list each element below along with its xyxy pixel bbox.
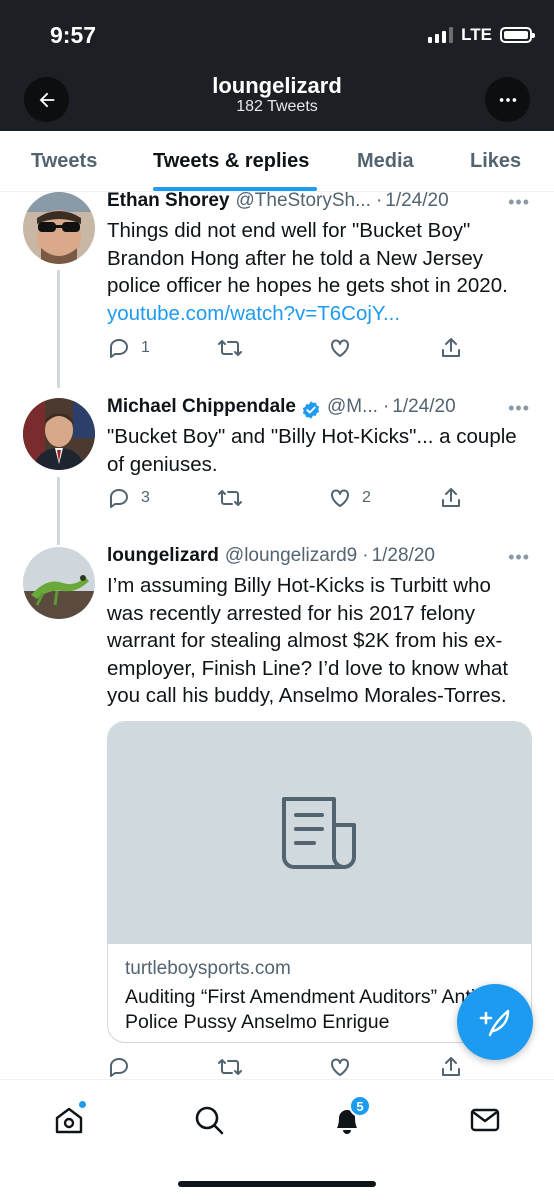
- tweet-header: Michael Chippendale @M... · 1/24/20: [107, 396, 530, 424]
- reply-count: 1: [141, 339, 150, 356]
- battery-icon: [500, 27, 535, 43]
- signal-icon: [428, 27, 454, 43]
- like-button[interactable]: [328, 1055, 352, 1079]
- like-icon: [331, 1058, 349, 1076]
- avatar[interactable]: [23, 192, 95, 264]
- tweet-text: I’m assuming Billy Hot-Kicks is Turbitt …: [107, 574, 509, 707]
- tab-tweets[interactable]: Tweets: [31, 150, 97, 173]
- retweet-button[interactable]: [217, 336, 243, 360]
- reply-icon: [110, 1058, 128, 1077]
- compose-tweet-button[interactable]: [457, 984, 533, 1060]
- tweet-date: 1/28/20: [371, 545, 435, 566]
- tweet-header: loungelizard @loungelizard9 · 1/28/20: [107, 545, 530, 573]
- reply-button[interactable]: [107, 1055, 131, 1079]
- reply-button[interactable]: 3: [107, 486, 150, 510]
- like-button[interactable]: 2: [328, 486, 371, 510]
- share-icon: [442, 338, 460, 357]
- network-label: LTE: [461, 25, 492, 44]
- reply-count: 3: [141, 489, 150, 506]
- tweet-item[interactable]: Michael Chippendale @M... · 1/24/20 ••• …: [0, 396, 554, 536]
- retweet-icon: [218, 340, 242, 356]
- document-icon: [281, 797, 356, 869]
- mail-icon: [470, 1108, 500, 1132]
- like-button[interactable]: [328, 336, 352, 360]
- reply-icon: [110, 339, 128, 358]
- status-indicators: LTE: [428, 25, 535, 45]
- tweet-body: Things did not end well for "Bucket Boy"…: [107, 219, 508, 297]
- retweet-button[interactable]: [217, 1055, 243, 1079]
- notifications-badge: 5: [349, 1095, 371, 1117]
- tab-media[interactable]: Media: [357, 150, 414, 173]
- tweet-link[interactable]: youtube.com/watch?v=T6CojY...: [107, 302, 400, 325]
- tweet-count: 182 Tweets: [236, 98, 318, 115]
- share-button[interactable]: [439, 1055, 463, 1079]
- tweet-actions: 3 2: [107, 486, 467, 514]
- share-button[interactable]: [439, 486, 463, 510]
- tweet-more-icon[interactable]: •••: [508, 398, 530, 419]
- share-icon: [442, 488, 460, 507]
- tweet-text: "Bucket Boy" and "Billy Hot-Kicks"... a …: [107, 425, 517, 476]
- tweet-text: Things did not end well for "Bucket Boy"…: [107, 217, 532, 327]
- nav-search[interactable]: [189, 1100, 229, 1140]
- home-indicator: [178, 1181, 376, 1187]
- tweet-item[interactable]: Ethan Shorey @TheStorySh... · 1/24/20 ••…: [0, 190, 554, 400]
- tweet-more-icon[interactable]: •••: [508, 547, 530, 568]
- author-handle: @TheStorySh...: [235, 190, 371, 211]
- separator-dot: ·: [375, 190, 383, 211]
- tweet-date: 1/24/20: [385, 190, 449, 211]
- like-icon: [331, 339, 349, 357]
- profile-header: 9:57 LTE loungelizard 182 Tweets: [0, 0, 554, 131]
- separator-dot: ·: [362, 545, 369, 566]
- like-icon: [331, 489, 349, 507]
- tweet-actions: 1: [107, 336, 467, 364]
- tweet-header: Ethan Shorey @TheStorySh... · 1/24/20: [107, 190, 530, 218]
- page-title: loungelizard: [212, 73, 342, 98]
- search-icon: [195, 1106, 224, 1135]
- tweet-more-icon[interactable]: •••: [508, 192, 530, 213]
- author-handle: @M...: [326, 396, 378, 417]
- profile-tabs: Tweets Tweets & replies Media Likes: [0, 131, 554, 192]
- tab-tweets-replies[interactable]: Tweets & replies: [153, 150, 309, 173]
- more-options-button[interactable]: [485, 77, 530, 122]
- retweet-button[interactable]: [217, 486, 243, 510]
- retweet-icon: [218, 490, 242, 506]
- verified-icon: [302, 401, 320, 419]
- like-count: 2: [362, 489, 371, 506]
- author-name[interactable]: Ethan Shorey: [107, 190, 229, 212]
- share-icon: [442, 1057, 460, 1076]
- tweet-date: 1/24/20: [392, 396, 456, 417]
- share-button[interactable]: [439, 336, 463, 360]
- more-icon: [499, 97, 516, 102]
- reply-icon: [110, 489, 128, 508]
- card-image: [108, 722, 531, 944]
- author-name[interactable]: Michael Chippendale: [107, 396, 296, 418]
- separator-dot: ·: [382, 396, 390, 417]
- compose-icon: [479, 1009, 510, 1037]
- avatar[interactable]: [23, 547, 95, 619]
- author-handle: @loungelizard9: [224, 545, 358, 566]
- status-time: 9:57: [50, 22, 97, 48]
- home-new-dot: [78, 1100, 87, 1109]
- nav-messages[interactable]: [465, 1100, 505, 1140]
- author-name[interactable]: loungelizard: [107, 545, 219, 567]
- reply-button[interactable]: 1: [107, 336, 150, 360]
- retweet-icon: [218, 1059, 242, 1075]
- avatar[interactable]: [23, 398, 95, 470]
- tab-likes[interactable]: Likes: [470, 150, 521, 173]
- nav-notifications[interactable]: 5: [327, 1095, 371, 1140]
- nav-home[interactable]: [49, 1100, 89, 1140]
- card-domain: turtleboysports.com: [125, 958, 291, 979]
